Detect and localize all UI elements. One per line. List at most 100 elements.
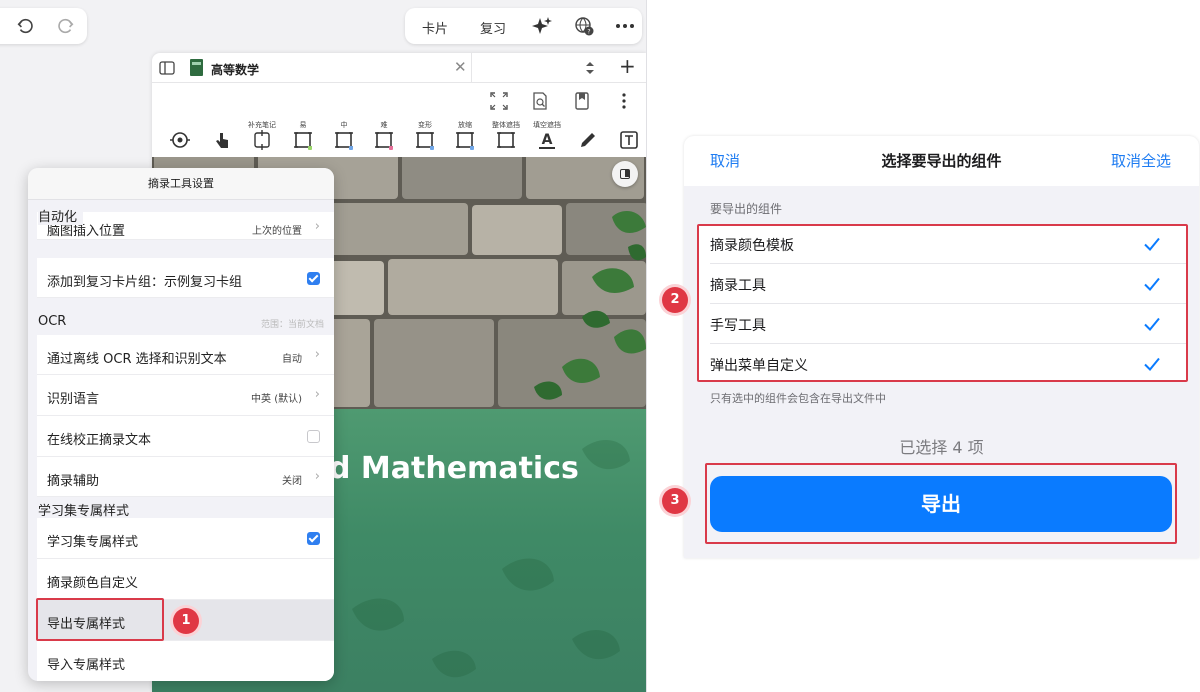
cover-caption: d Mathematics (329, 451, 579, 486)
panel-toggle-button[interactable] (612, 161, 638, 187)
tool-variant-frame-button[interactable]: 变形 (405, 120, 445, 156)
tool-occlude-all-button[interactable]: 整体遮挡 (486, 120, 526, 156)
svg-text:A: A (542, 132, 553, 148)
tab-bar: 高等数学 ✕ + (152, 53, 646, 83)
add-review-label: 添加到复习卡片组：示例复习卡组 (47, 275, 243, 290)
chevron-right-icon: › (314, 219, 320, 234)
more-icon[interactable] (615, 16, 635, 36)
web-help-icon[interactable]: ? (574, 16, 594, 36)
occlude-all-icon (497, 132, 515, 148)
chevron-right-icon: › (314, 387, 320, 402)
book-cover-icon (190, 59, 203, 76)
tool-color-dot (349, 146, 353, 150)
review-button[interactable]: 复习 (480, 18, 506, 37)
add-review-checkbox[interactable] (307, 272, 320, 285)
search-document-icon[interactable] (531, 92, 549, 110)
more-vertical-icon[interactable] (615, 92, 633, 110)
step-badge-3: 3 (662, 488, 688, 514)
card-button[interactable]: 卡片 (422, 18, 448, 37)
import-style-row[interactable]: 导入专属样式 (37, 641, 334, 681)
excerpt-assist-label: 摘录辅助 (47, 474, 100, 489)
study-set-style-checkbox[interactable] (307, 532, 320, 545)
redo-icon[interactable] (57, 17, 75, 35)
online-correct-label: 在线校正摘录文本 (47, 433, 152, 448)
tab-title: 高等数学 (211, 63, 260, 77)
new-tab-icon[interactable]: + (619, 54, 636, 78)
sidebar-toggle-icon[interactable] (159, 60, 175, 76)
tool-hard-frame-button[interactable]: 难 (364, 120, 404, 156)
close-tab-icon[interactable]: ✕ (454, 58, 467, 76)
fill-blank-icon: A (539, 132, 555, 149)
tool-color-dot (389, 146, 393, 150)
section-automation: 自动化 (38, 206, 84, 225)
gesture-icon (170, 132, 190, 148)
pencil-icon (581, 133, 595, 147)
add-note-frame-icon (254, 130, 270, 150)
custom-color-row[interactable]: 摘录颜色自定义 (37, 559, 334, 600)
excerpt-assist-value: 关闭 (282, 476, 302, 487)
recognition-language-row[interactable]: 识别语言 中英 (默认) › (37, 375, 334, 416)
tool-color-dot (430, 146, 434, 150)
tool-label: 易 (299, 121, 307, 129)
tool-label: 放缩 (458, 121, 472, 129)
add-review-row[interactable]: 添加到复习卡片组：示例复习卡组 (37, 258, 334, 298)
section-style: 学习集专属样式 (38, 504, 130, 519)
text-box-icon (620, 131, 638, 149)
tool-label: 填空遮挡 (533, 121, 561, 129)
tool-label: 难 (380, 121, 388, 129)
selected-count: 已选择 4 项 (899, 438, 984, 457)
chevron-right-icon: › (314, 469, 320, 484)
tool-gesture-button[interactable] (160, 120, 200, 156)
tool-hand-pointer-button[interactable] (202, 120, 242, 156)
svg-text:?: ? (587, 29, 590, 36)
tool-color-dot (470, 146, 474, 150)
offline-ocr-value: 自动 (282, 354, 302, 365)
chevron-right-icon: › (314, 347, 320, 362)
tool-label: 补充笔记 (248, 121, 276, 129)
highlight-export-style (36, 598, 164, 641)
excerpt-assist-row[interactable]: 摘录辅助 关闭 › (37, 457, 334, 497)
ocr-scope-note: 范围：当前文档 (260, 320, 324, 330)
highlight-export-button (705, 463, 1177, 544)
hand-pointer-icon (216, 133, 228, 148)
export-note: 只有选中的组件会包含在导出文件中 (710, 392, 886, 405)
divider (646, 0, 647, 692)
study-set-style-row[interactable]: 学习集专属样式 (37, 518, 334, 559)
step-badge-2: 2 (662, 287, 688, 313)
tool-pencil-button[interactable] (568, 120, 608, 156)
app-window: 卡片 复习 ? 高等数学 ✕ + 补充笔记 易 中 难 变形 放缩 整体遮挡 填空遮挡 A (0, 0, 646, 692)
online-correct-row[interactable]: 在线校正摘录文本 (37, 416, 334, 457)
section-ocr: OCR (38, 314, 67, 329)
bookmark-icon[interactable] (573, 92, 591, 110)
undo-redo-bar (0, 8, 87, 44)
fullscreen-icon[interactable] (490, 92, 508, 110)
tool-color-dot (308, 146, 312, 150)
online-correct-checkbox[interactable] (307, 430, 320, 443)
recognition-language-label: 识别语言 (47, 392, 100, 407)
study-set-style-label: 学习集专属样式 (47, 535, 139, 550)
ai-sparkle-icon[interactable] (532, 16, 552, 36)
deselect-all-button[interactable]: 取消全选 (1111, 150, 1171, 171)
tool-text-box-button[interactable] (609, 120, 646, 156)
popover-title: 摘录工具设置 (28, 168, 334, 200)
tool-medium-frame-button[interactable]: 中 (324, 120, 364, 156)
recognition-language-value: 中英 (默认) (251, 394, 302, 405)
tool-easy-frame-button[interactable]: 易 (283, 120, 323, 156)
tool-add-note-frame-button[interactable]: 补充笔记 (242, 120, 282, 156)
tab-document[interactable]: 高等数学 ✕ (152, 53, 472, 83)
split-view-icon (620, 169, 630, 179)
import-style-label: 导入专属样式 (47, 658, 126, 673)
tool-label: 整体遮挡 (492, 121, 520, 129)
excerpt-toolbar: 补充笔记 易 中 难 变形 放缩 整体遮挡 填空遮挡 A (152, 84, 646, 157)
components-section-label: 要导出的组件 (710, 202, 783, 216)
custom-color-label: 摘录颜色自定义 (47, 576, 139, 591)
tool-label: 变形 (418, 121, 432, 129)
insert-position-value: 上次的位置 (252, 226, 302, 237)
offline-ocr-row[interactable]: 通过离线 OCR 选择和识别文本 自动 › (37, 335, 334, 375)
tool-fill-blank-button[interactable]: 填空遮挡 A (527, 120, 567, 156)
tab-sort-icon[interactable] (584, 60, 596, 76)
tool-scale-frame-button[interactable]: 放缩 (445, 120, 485, 156)
dialog-header: 取消 选择要导出的组件 取消全选 (684, 136, 1199, 186)
undo-icon[interactable] (16, 17, 34, 35)
top-toolbar: 卡片 复习 ? (405, 8, 642, 44)
